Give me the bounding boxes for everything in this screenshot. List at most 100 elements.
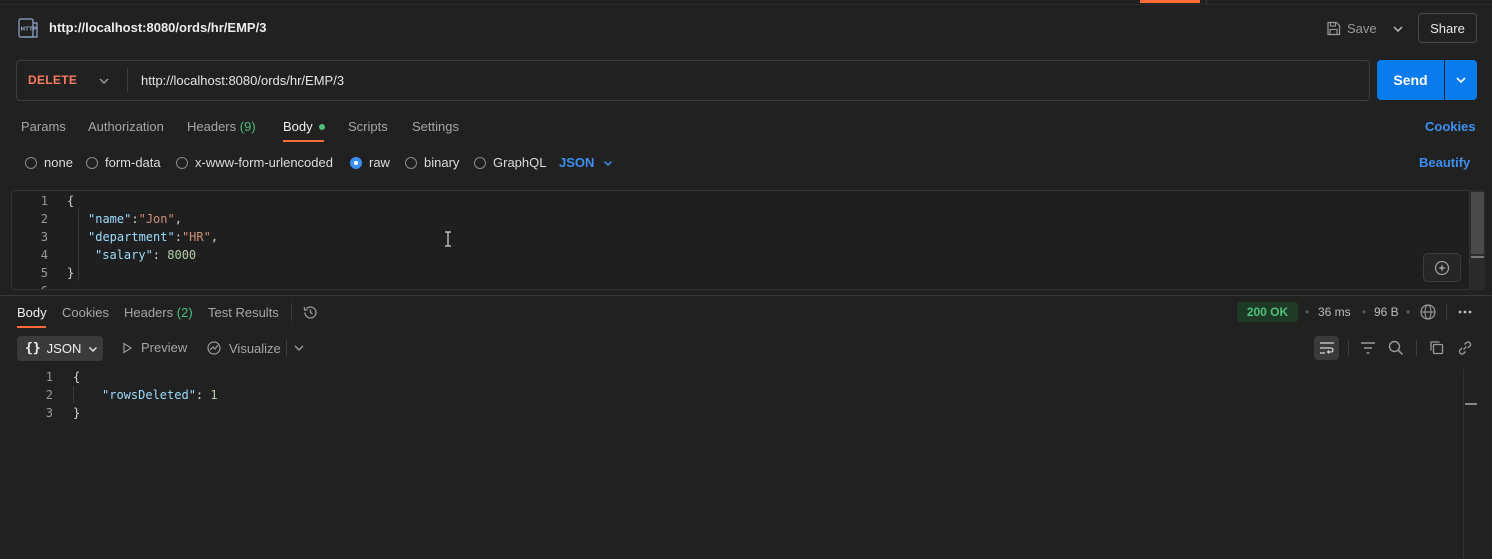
word-wrap-button[interactable]: [1314, 336, 1339, 360]
radio-raw[interactable]: raw: [350, 155, 390, 170]
beautify-button[interactable]: Beautify: [1419, 155, 1470, 170]
code-line: 2 "rowsDeleted": 1: [0, 386, 1460, 404]
response-tab-headers-label: Headers: [124, 305, 174, 320]
link-icon[interactable]: [1456, 339, 1474, 357]
globe-icon[interactable]: [1419, 303, 1437, 321]
line-number: 4: [40, 248, 48, 262]
method-chevron-down-icon[interactable]: [97, 74, 111, 88]
toolbar-separator: [1416, 340, 1417, 356]
code-line: 3 }: [0, 404, 1460, 422]
json-colon: :: [152, 248, 168, 262]
toolbar-separator: [286, 340, 287, 356]
tab-params[interactable]: Params: [21, 119, 66, 134]
radio-x-www-form-urlencoded[interactable]: x-www-form-urlencoded: [176, 155, 333, 170]
request-title[interactable]: http://localhost:8080/ords/hr/EMP/3: [49, 20, 266, 35]
tab-scripts[interactable]: Scripts: [348, 119, 388, 134]
radio-none[interactable]: none: [25, 155, 73, 170]
json-value: 1: [210, 388, 218, 402]
json-colon: :: [174, 230, 182, 244]
line-number: 3: [45, 406, 53, 420]
method-select[interactable]: DELETE: [28, 73, 77, 87]
share-button[interactable]: Share: [1418, 13, 1477, 43]
code-line: 4 "salary": 8000: [12, 246, 1484, 264]
save-button[interactable]: Save: [1326, 17, 1377, 39]
json-value: "HR": [181, 230, 211, 244]
tab-headers-label: Headers: [187, 119, 237, 134]
http-icon: HTTP: [18, 18, 39, 38]
radio-circle: [86, 156, 98, 169]
play-icon: [123, 341, 133, 354]
save-icon: [1327, 21, 1341, 35]
json-colon: :: [195, 388, 211, 402]
json-key: "name": [88, 212, 132, 226]
meta-separator-dot: •: [1406, 305, 1411, 319]
tab-authorization[interactable]: Authorization: [88, 119, 164, 134]
save-options-chevron-down-icon[interactable]: [1390, 21, 1406, 37]
ai-assist-button[interactable]: [1423, 253, 1461, 282]
chevron-down-icon: [89, 346, 98, 352]
response-tab-body[interactable]: Body: [17, 305, 47, 320]
response-time[interactable]: 36 ms: [1318, 305, 1351, 319]
svg-text:HTTP: HTTP: [21, 27, 37, 33]
response-tab-cookies[interactable]: Cookies: [62, 305, 109, 320]
active-window-tab-indicator: [1140, 0, 1200, 3]
response-tab-headers[interactable]: Headers (2): [124, 305, 193, 320]
send-options-button[interactable]: [1445, 60, 1477, 100]
code-text: }: [67, 266, 75, 280]
meta-separator-dot: •: [1362, 305, 1367, 319]
response-format-select[interactable]: {} JSON: [17, 336, 103, 361]
cookies-link[interactable]: Cookies: [1425, 119, 1476, 134]
line-number: 5: [40, 266, 48, 280]
preview-button[interactable]: Preview: [121, 340, 187, 355]
history-icon[interactable]: [302, 304, 319, 321]
json-colon: :: [131, 212, 139, 226]
response-tab-test-results[interactable]: Test Results: [208, 305, 279, 320]
line-number: 2: [45, 388, 53, 402]
code-line: 5 }: [12, 264, 1484, 282]
toolbar-separator: [1348, 340, 1349, 356]
radio-form-data[interactable]: form-data: [86, 155, 161, 170]
json-comma: ,: [174, 212, 182, 226]
request-body-editor[interactable]: 1 { 2 "name":"Jon", 3 "department":"HR",…: [11, 190, 1485, 290]
code-text: {: [73, 370, 81, 384]
response-tab-headers-count: (2): [176, 305, 193, 320]
line-number: 1: [45, 370, 53, 384]
radio-circle: [474, 156, 486, 169]
visualize-chevron-down-icon[interactable]: [292, 341, 306, 355]
radio-binary[interactable]: binary: [405, 155, 459, 170]
tab-body[interactable]: Body: [283, 119, 325, 134]
radio-circle: [176, 156, 188, 169]
code-line: 2 "name":"Jon",: [12, 210, 1484, 228]
visualize-button[interactable]: Visualize: [206, 340, 281, 356]
code-line: 1 {: [0, 368, 1460, 386]
editor-scrollbar-thumb[interactable]: [1471, 192, 1484, 254]
copy-icon[interactable]: [1428, 339, 1446, 357]
raw-format-select[interactable]: JSON: [559, 155, 614, 170]
tab-settings[interactable]: Settings: [412, 119, 459, 134]
scrollbar-cursor-marker: [1465, 403, 1477, 405]
radio-graphql[interactable]: GraphQL: [474, 155, 546, 170]
text-cursor-icon: [444, 231, 452, 247]
radio-circle: [405, 156, 417, 169]
code-line: 1 {: [12, 192, 1484, 210]
wrap-lines-icon: [1319, 342, 1334, 354]
more-options-icon[interactable]: [1457, 305, 1473, 319]
search-icon[interactable]: [1387, 339, 1405, 357]
code-line: 3 "department":"HR",: [12, 228, 1484, 246]
url-input[interactable]: http://localhost:8080/ords/hr/EMP/3: [141, 73, 344, 88]
filter-icon[interactable]: [1359, 339, 1377, 357]
response-body-editor[interactable]: 1 { 2 "rowsDeleted": 1 3 }: [0, 368, 1462, 559]
pane-divider[interactable]: [0, 295, 1492, 296]
tab-headers[interactable]: Headers (9): [187, 119, 256, 134]
code-text: }: [73, 406, 81, 420]
response-size[interactable]: 96 B: [1374, 305, 1399, 319]
send-button[interactable]: Send: [1377, 60, 1444, 100]
meta-separator-dot: •: [1305, 305, 1310, 319]
response-scrollbar[interactable]: [1463, 369, 1464, 559]
code-line: 6: [12, 282, 1484, 289]
response-format-label: JSON: [46, 341, 82, 356]
json-key: "department": [88, 230, 175, 244]
status-badge[interactable]: 200 OK: [1237, 302, 1298, 322]
raw-format-label: JSON: [559, 155, 595, 170]
line-number: 6: [12, 282, 48, 289]
